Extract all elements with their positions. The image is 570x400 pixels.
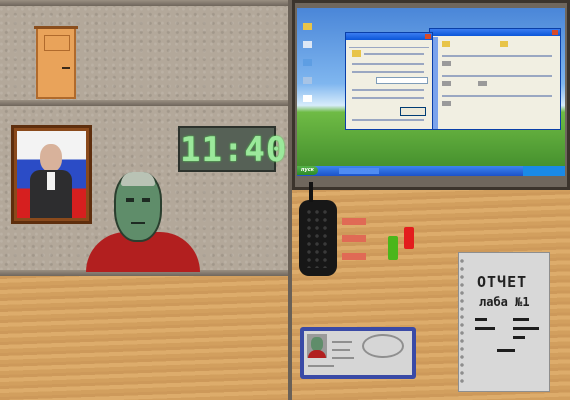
id-scribble-2 <box>332 349 350 351</box>
taskbar-item[interactable] <box>339 168 379 174</box>
properties-icon <box>352 50 361 57</box>
paper-title: ОТЧЕТ <box>477 273 528 291</box>
desktop-icon-2[interactable] <box>303 41 312 48</box>
door-handle <box>62 67 70 69</box>
scanner-icon[interactable] <box>299 182 337 276</box>
scanner-cable <box>309 182 313 202</box>
portrait-frame <box>11 125 92 224</box>
desktop-icon-1[interactable] <box>303 23 312 30</box>
desk-left <box>0 276 290 400</box>
explorer-separator-3 <box>442 95 552 97</box>
visitor-character <box>84 172 202 272</box>
explorer-separator-1 <box>442 55 552 57</box>
portrait-icon <box>30 142 72 218</box>
explorer-close-icon[interactable] <box>552 30 558 35</box>
properties-button[interactable] <box>400 107 426 116</box>
start-button[interactable]: пуск <box>297 166 319 175</box>
properties-dialog[interactable] <box>345 32 433 130</box>
drive-icon-1[interactable] <box>442 61 451 66</box>
scanner-arrow-3 <box>342 253 366 260</box>
paper-bar-6 <box>497 349 515 352</box>
clock-icon: 11:40 <box>178 126 286 172</box>
id-scribble-3 <box>332 357 354 359</box>
properties-tabs[interactable] <box>349 42 429 48</box>
indicator-green[interactable] <box>388 236 398 260</box>
scanner-arrow-1 <box>342 218 366 225</box>
door-panel <box>44 35 70 51</box>
paper-bar-2 <box>513 318 529 321</box>
scanner-dots <box>305 208 331 268</box>
drive-icon-2[interactable] <box>442 81 451 86</box>
properties-close-icon[interactable] <box>425 34 431 39</box>
upper-shelf <box>0 0 290 6</box>
properties-titlebar[interactable] <box>346 33 432 40</box>
properties-input[interactable] <box>376 77 428 84</box>
paper-bar-4 <box>513 327 539 330</box>
door-frame-top <box>34 26 78 29</box>
id-scribble-1 <box>332 341 352 343</box>
monitor[interactable]: пуск <box>292 0 570 190</box>
desktop-icon-3[interactable] <box>303 59 312 66</box>
folder-icon-2[interactable] <box>500 41 508 47</box>
explorer-separator-2 <box>442 75 552 77</box>
properties-line-1 <box>364 53 424 55</box>
drive-icon-3[interactable] <box>478 81 487 86</box>
indicator-red[interactable] <box>404 227 414 249</box>
door[interactable] <box>34 26 78 99</box>
paper-bar-1 <box>475 318 487 321</box>
paper-subtitle: лаба №1 <box>479 295 530 309</box>
drive-icon-4[interactable] <box>442 101 451 106</box>
scanner-arrow-2 <box>342 235 366 242</box>
id-stamp <box>362 334 404 358</box>
properties-line-3 <box>352 71 424 73</box>
desktop-icon-5[interactable] <box>303 95 312 102</box>
id-scribble-4 <box>308 365 334 367</box>
properties-line-6 <box>352 119 424 121</box>
paper-bar-5 <box>513 336 525 339</box>
explorer-window[interactable] <box>429 28 561 130</box>
properties-line-5 <box>352 97 424 99</box>
folder-icon-1[interactable] <box>442 41 450 47</box>
properties-line-2 <box>352 63 424 65</box>
visitor-head <box>114 172 162 242</box>
id-photo <box>307 334 327 358</box>
desktop-screen[interactable]: пуск <box>297 8 565 176</box>
properties-line-4 <box>352 89 424 91</box>
id-card-inner <box>304 331 412 375</box>
paper-spiral <box>460 257 464 387</box>
report-paper-icon[interactable]: ОТЧЕТ лаба №1 <box>458 252 550 392</box>
taskbar: пуск <box>297 166 565 176</box>
system-tray <box>523 166 565 176</box>
desktop-icon-4[interactable] <box>303 77 312 84</box>
explorer-titlebar[interactable] <box>430 29 560 36</box>
paper-bar-3 <box>475 327 495 330</box>
id-card-icon[interactable] <box>300 327 416 379</box>
